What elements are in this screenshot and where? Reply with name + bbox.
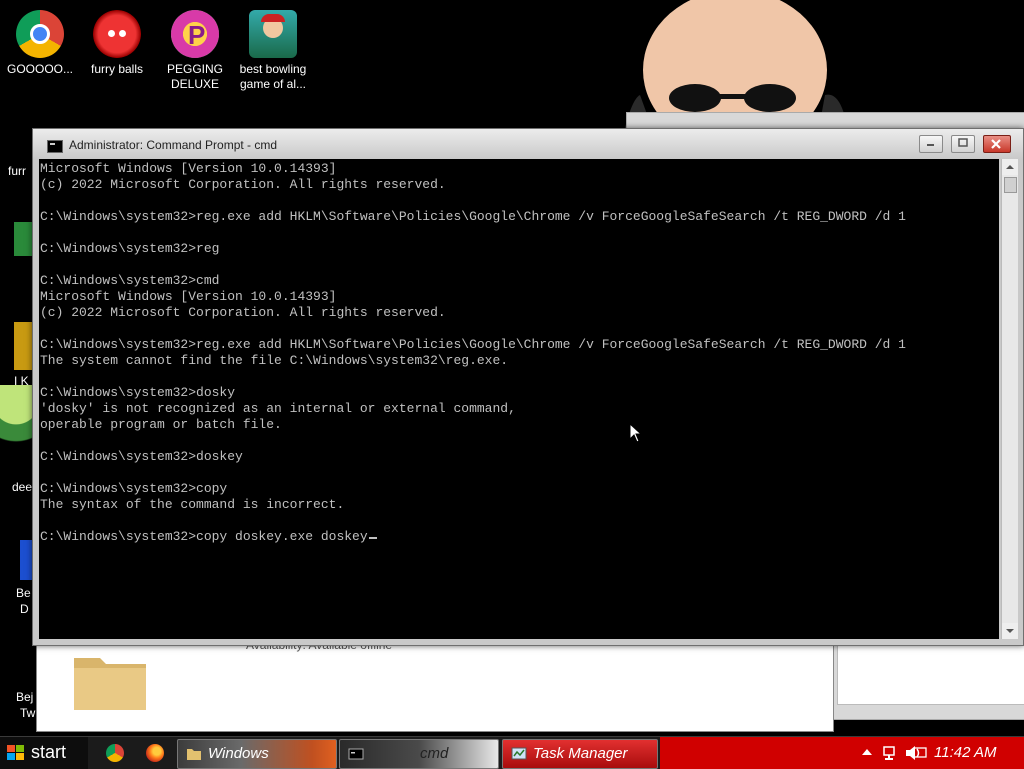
cmd-titlebar[interactable]: Administrator: Command Prompt - cmd (33, 129, 1023, 159)
maximize-button[interactable] (951, 135, 975, 153)
taskbar-button-label: cmd (420, 745, 449, 762)
folder-icon (74, 658, 146, 710)
close-button[interactable] (983, 135, 1011, 153)
background-window-panel (837, 643, 1024, 705)
cmd-icon (348, 748, 364, 760)
vertical-scrollbar[interactable] (1001, 159, 1018, 639)
desktop-icon-gooooo[interactable]: GOOOOO... (0, 4, 80, 77)
scroll-up-button[interactable] (1002, 159, 1018, 175)
console-line: C:\Windows\system32>copy (40, 481, 228, 496)
desktop-icon-partial[interactable] (14, 222, 32, 256)
desktop-icon-label: GOOOOO... (6, 62, 73, 76)
cmd-window[interactable]: Administrator: Command Prompt - cmd Micr… (32, 128, 1024, 646)
desktop-icon-best-bowling[interactable]: best bowling game of al... (233, 4, 313, 92)
desktop-icon-label: PEGGING DELUXE (166, 62, 223, 91)
start-label: start (31, 742, 67, 762)
minimize-button[interactable] (919, 135, 943, 153)
desktop-icon-partial[interactable]: furr (8, 164, 26, 178)
desktop-icon-partial[interactable] (14, 322, 32, 370)
desktop-icon-partial-label: Be (16, 586, 31, 600)
current-command-input[interactable]: C:\Windows\system32>copy doskey.exe dosk… (40, 529, 368, 544)
console-line: (c) 2022 Microsoft Corporation. All righ… (40, 305, 446, 320)
console-line: The system cannot find the file C:\Windo… (40, 353, 509, 368)
desktop-icon-partial-label: Tw (20, 706, 36, 720)
taskbar: start Windows cmd Task Manager 11:42 AM (0, 736, 1024, 769)
console-line: The syntax of the command is incorrect. (40, 497, 345, 512)
maximize-icon (958, 138, 968, 147)
scrollbar-thumb[interactable] (1004, 177, 1017, 193)
cmd-icon[interactable] (47, 140, 63, 153)
console-line: (c) 2022 Microsoft Corporation. All righ… (40, 177, 446, 192)
desktop-icon-partial[interactable] (20, 540, 32, 580)
folder-icon (187, 749, 201, 760)
furry-ball-icon (93, 10, 141, 58)
taskbar-clock[interactable]: 11:42 AM (934, 744, 997, 761)
desktop-icon-label: best bowling game of al... (239, 62, 307, 91)
show-hidden-icons-arrow[interactable] (862, 748, 872, 756)
screen-icon[interactable] (913, 745, 927, 761)
desktop-icon-label: furry balls (90, 62, 143, 76)
start-button[interactable]: start (0, 737, 88, 769)
taskbar-button-label: Windows (208, 745, 269, 762)
text-caret (368, 537, 377, 539)
console-line: Microsoft Windows [Version 10.0.14393] (40, 161, 337, 176)
taskbar-button-cmd[interactable]: cmd (339, 739, 499, 769)
desktop-icon-furry-balls[interactable]: furry balls (77, 4, 157, 77)
task-manager-icon (511, 747, 527, 760)
close-icon (991, 139, 1001, 149)
console-output[interactable]: Microsoft Windows [Version 10.0.14393] (c… (39, 159, 999, 639)
scroll-down-button[interactable] (1002, 623, 1018, 639)
network-icon[interactable] (882, 745, 898, 761)
console-line: operable program or batch file. (40, 417, 282, 432)
taskbar-button-task-manager[interactable]: Task Manager (502, 739, 658, 769)
console-line: 'dosky' is not recognized as an internal… (40, 401, 516, 416)
mouse-cursor-icon (629, 423, 643, 443)
chrome-icon (16, 10, 64, 58)
pegging-icon: P (171, 10, 219, 58)
console-line: C:\Windows\system32>reg (40, 241, 220, 256)
command-input-line[interactable]: C:\Windows\system32>copy doskey.exe dosk… (40, 529, 999, 545)
taskbar-button-windows[interactable]: Windows (177, 739, 337, 769)
system-tray: 11:42 AM (660, 737, 1024, 769)
desktop-icon-partial-label: D (20, 602, 29, 616)
desktop-icon-pegging-deluxe[interactable]: P PEGGING DELUXE (155, 4, 235, 92)
windows-logo-icon (7, 745, 24, 760)
console-line: C:\Windows\system32>reg.exe add HKLM\Sof… (40, 209, 906, 224)
console-line: C:\Windows\system32>cmd (40, 273, 220, 288)
console-line: C:\Windows\system32>doskey (40, 449, 243, 464)
bowling-icon (249, 10, 297, 58)
desktop-icon-partial-label: Bej (16, 690, 34, 704)
taskbar-button-label: Task Manager (533, 745, 628, 762)
desktop-icon-peridot[interactable] (0, 385, 32, 465)
chrome-icon[interactable] (106, 744, 124, 762)
console-line: C:\Windows\system32>dosky (40, 385, 236, 400)
firefox-icon[interactable] (146, 744, 164, 762)
chevron-up-icon (1006, 165, 1014, 169)
console-line: C:\Windows\system32>reg.exe add HKLM\Sof… (40, 337, 906, 352)
console-line: Microsoft Windows [Version 10.0.14393] (40, 289, 337, 304)
window-title: Administrator: Command Prompt - cmd (69, 138, 278, 152)
chevron-down-icon (1006, 629, 1014, 633)
minimize-icon (927, 144, 934, 146)
